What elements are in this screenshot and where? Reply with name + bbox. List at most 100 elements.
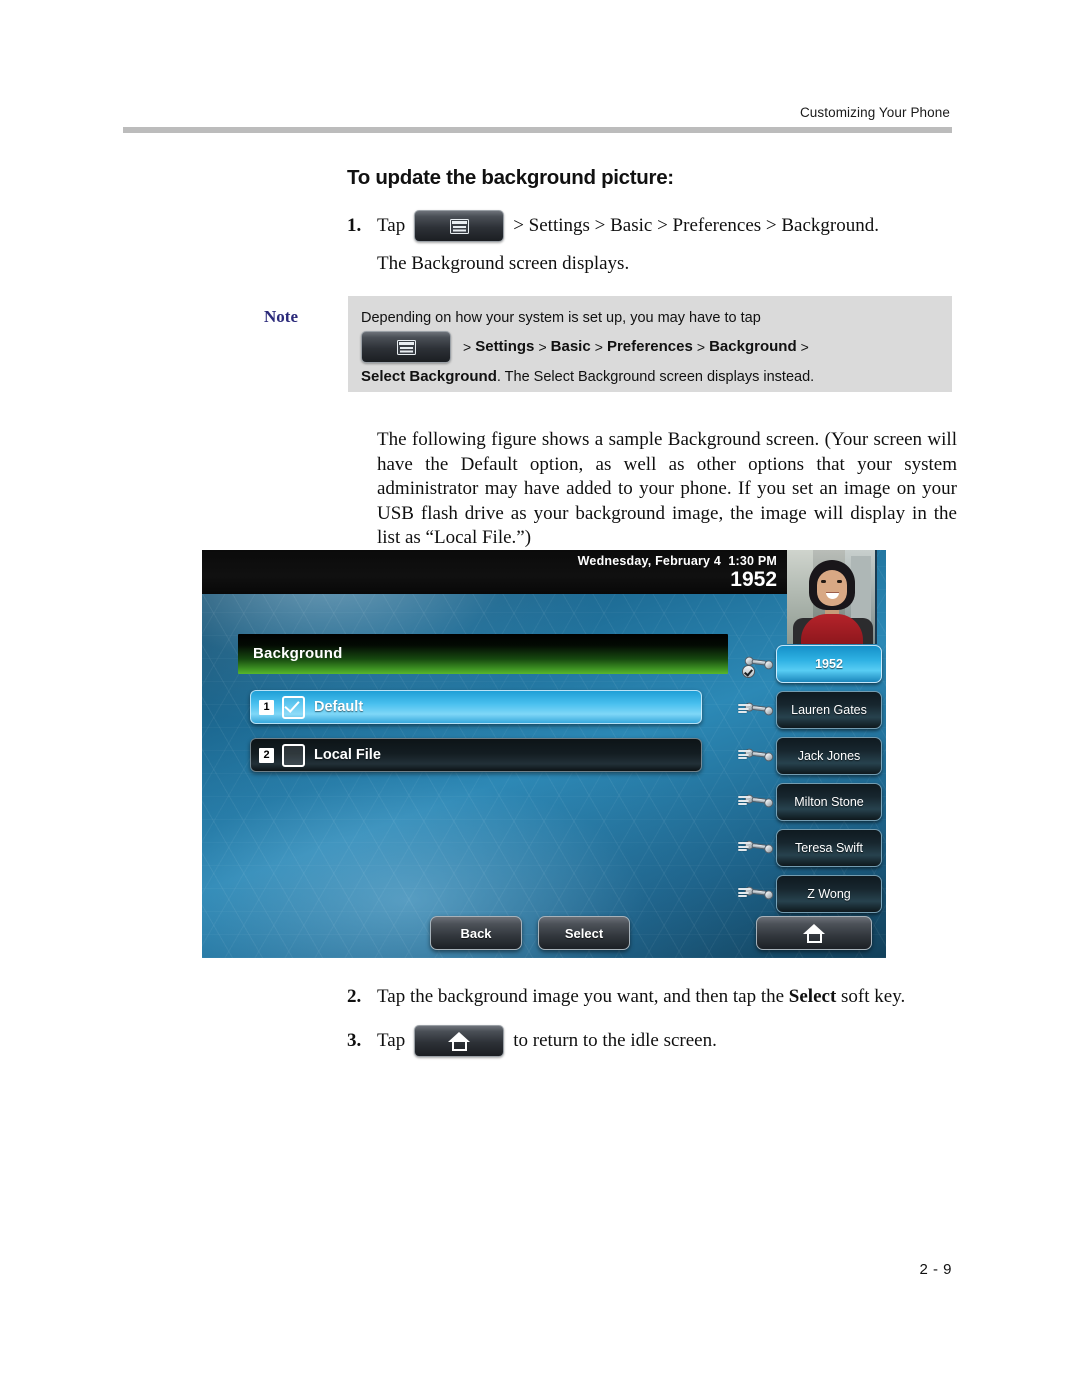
handset-lines — [738, 750, 751, 759]
line-key[interactable]: Jack Jones — [738, 736, 882, 776]
avatar-face — [817, 570, 847, 606]
step-2-bold: Select — [788, 986, 837, 1007]
note-path-sep-2: > — [594, 339, 603, 355]
handset-bar — [751, 658, 767, 666]
handset-bar — [751, 750, 767, 758]
line-key[interactable]: 1952 — [742, 644, 882, 684]
handset-icon — [738, 741, 774, 771]
line-key-label[interactable]: Jack Jones — [776, 737, 882, 775]
phone-status-bar: Wednesday, February 4 1:30 PM 1952 — [202, 550, 787, 594]
figure-intro-paragraph: The following figure shows a sample Back… — [377, 429, 957, 548]
handset-bar — [751, 842, 767, 850]
page-number: 2 - 9 — [919, 1261, 952, 1278]
menu-key-icon[interactable] — [414, 210, 505, 242]
registered-check-badge-icon — [742, 665, 755, 678]
note-content: Depending on how your system is set up, … — [348, 296, 952, 388]
phone-screen-title: Background — [253, 645, 343, 662]
status-extension: 1952 — [730, 568, 777, 591]
menu-window-icon — [396, 339, 416, 355]
line-key[interactable]: Z Wong — [738, 874, 882, 914]
step-2-text-before: Tap the background image you want, and t… — [377, 986, 789, 1007]
handset-bar — [751, 888, 767, 896]
line-key-label[interactable]: Milton Stone — [776, 783, 882, 821]
status-datetime: Wednesday, February 4 1:30 PM — [577, 554, 777, 568]
line-key[interactable]: Lauren Gates — [738, 690, 882, 730]
note-line-3-rest: . The Select Background screen displays … — [496, 369, 815, 385]
step-3-number: 3. — [347, 1030, 362, 1051]
handset-icon — [738, 787, 774, 817]
row-label: Default — [314, 699, 364, 715]
phone-screenshot-figure: Wednesday, February 4 1:30 PM 1952 Backg… — [202, 550, 886, 958]
handset-bar — [751, 704, 767, 712]
phone-screen-title-bar: Background — [238, 634, 728, 674]
handset-registered-icon — [742, 649, 774, 679]
softkey-back[interactable]: Back — [430, 916, 522, 950]
avatar — [787, 550, 877, 644]
line-key-label[interactable]: Z Wong — [776, 875, 882, 913]
note-path-sep-3: > — [696, 339, 706, 355]
step-3-body: Tap to return to the idle screen. — [377, 1025, 717, 1057]
note-box: Depending on how your system is set up, … — [348, 296, 952, 392]
step-2-text-after: soft key. — [836, 986, 906, 1007]
line-key-label[interactable]: 1952 — [776, 645, 882, 683]
background-option-row[interactable]: 2 Local File — [250, 738, 702, 772]
home-icon — [448, 1031, 471, 1051]
checkbox-icon[interactable] — [282, 743, 305, 767]
note-line-3-bold: Select Background — [361, 368, 497, 385]
note-path-item-settings: Settings — [475, 338, 535, 355]
step-3-text-after: to return to the idle screen. — [513, 1030, 717, 1051]
handset-lines — [738, 704, 751, 713]
step-2-number: 2. — [347, 986, 362, 1007]
menu-window-icon — [449, 218, 469, 234]
line-key[interactable]: Teresa Swift — [738, 828, 882, 868]
step-1: 1. Tap > Settings > Basic > Preferences … — [347, 210, 957, 242]
header-rule — [123, 127, 952, 133]
menu-glyph-wrapper — [362, 332, 450, 362]
handset-icon — [738, 833, 774, 863]
note-path-item-preferences: Preferences — [606, 338, 693, 355]
running-header: Customizing Your Phone — [799, 105, 950, 120]
step-1-body: Tap > Settings > Basic > Preferences > B… — [377, 210, 879, 242]
row-index: 2 — [259, 747, 274, 763]
step-2: 2. Tap the background image you want, an… — [347, 983, 967, 1011]
step-1-path: > Settings > Basic > Preferences > Backg… — [513, 215, 879, 236]
note-label: Note — [264, 307, 298, 326]
avatar-eye-right — [837, 580, 842, 583]
home-glyph-wrapper — [415, 1026, 503, 1056]
note-path-item-background: Background — [709, 338, 797, 355]
step-1-result: The Background screen displays. — [377, 253, 630, 274]
handset-lines — [738, 842, 751, 851]
note-line-2: > Settings > Basic > Preferences > Backg… — [361, 331, 952, 363]
avatar-eye-left — [821, 580, 826, 583]
home-icon — [803, 923, 825, 943]
home-key-icon[interactable] — [414, 1025, 505, 1057]
menu-key-icon[interactable] — [361, 331, 451, 363]
menu-glyph-wrapper — [415, 211, 503, 241]
row-index: 1 — [259, 699, 274, 715]
row-label: Local File — [314, 747, 381, 763]
note-path-prefix: > — [463, 339, 472, 355]
handset-icon — [738, 695, 774, 725]
checkbox-checked-icon[interactable] — [282, 695, 305, 719]
line-key-label[interactable]: Teresa Swift — [776, 829, 882, 867]
background-option-row[interactable]: 1 Default — [250, 690, 702, 724]
step-3: 3. Tap to return to the idle screen. — [347, 1025, 967, 1057]
note-path-sep-1: > — [538, 339, 547, 355]
note-line-3: Select Background. The Select Background… — [361, 366, 952, 388]
step-1-tap-label: Tap — [377, 215, 406, 236]
step-1-number: 1. — [347, 215, 362, 236]
note-line-1: Depending on how your system is set up, … — [361, 310, 761, 326]
step-2-body: Tap the background image you want, and t… — [377, 983, 905, 1011]
page-title: To update the background picture: — [347, 166, 674, 189]
handset-lines — [738, 888, 751, 897]
handset-icon — [738, 879, 774, 909]
step-3-tap-label: Tap — [377, 1030, 406, 1051]
line-key[interactable]: Milton Stone — [738, 782, 882, 822]
home-key-button[interactable] — [756, 916, 872, 950]
note-path-suffix: > — [800, 339, 809, 355]
softkey-select[interactable]: Select — [538, 916, 630, 950]
handset-bar — [751, 796, 767, 804]
note-path-item-basic: Basic — [550, 338, 591, 355]
handset-lines — [738, 796, 751, 805]
line-key-label[interactable]: Lauren Gates — [776, 691, 882, 729]
